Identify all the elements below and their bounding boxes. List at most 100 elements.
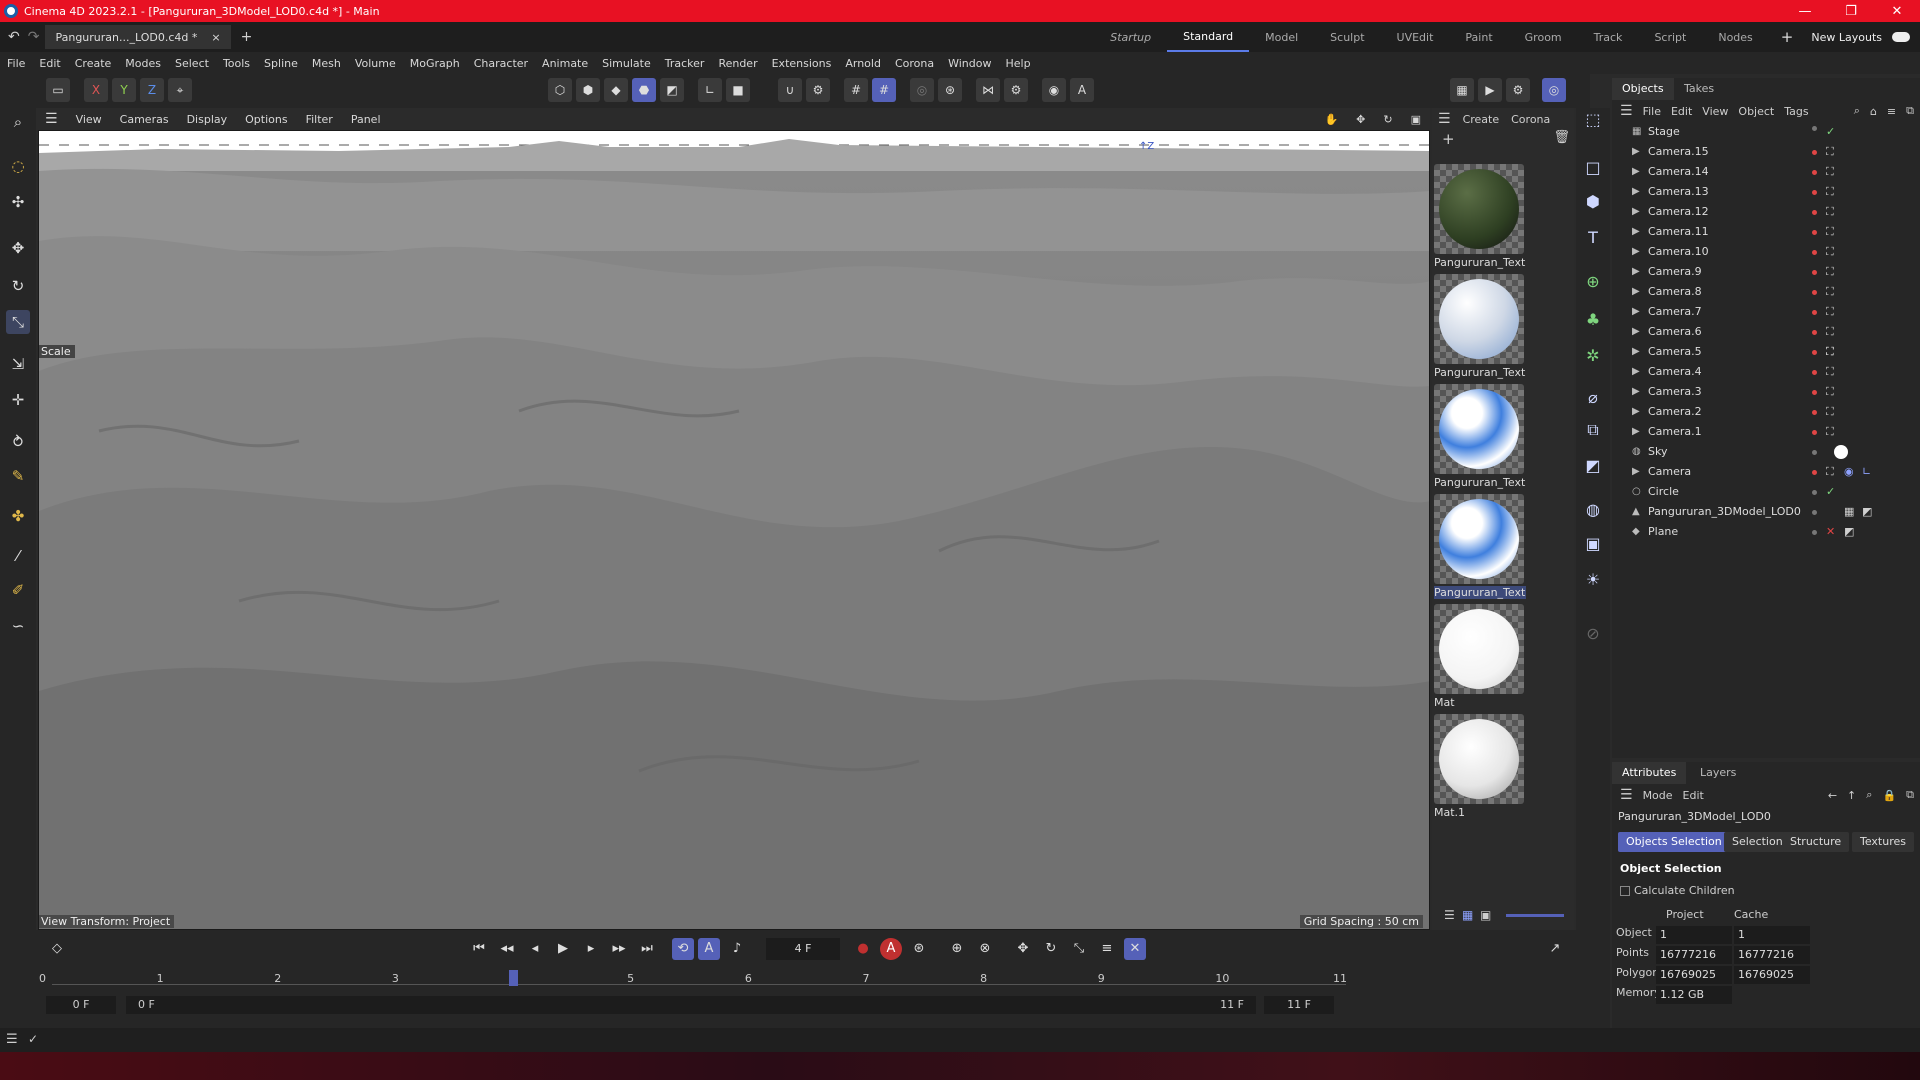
preview-range-bar[interactable]: 0 F 11 F	[126, 996, 1256, 1014]
visibility-dot[interactable]	[1812, 250, 1817, 255]
menu-tracker[interactable]: Tracker	[658, 57, 712, 70]
object-row-camera[interactable]: ▶ Camera.15 ⛶	[1612, 142, 1920, 162]
viewport-menu-filter[interactable]: Filter	[297, 113, 342, 126]
maximize-view-icon[interactable]: ▣	[1402, 113, 1430, 126]
texture-tag-icon[interactable]: ▦	[1844, 502, 1854, 522]
volume-icon[interactable]: ◩	[1581, 454, 1605, 478]
camera-tag-icon[interactable]: ⛶	[1826, 302, 1834, 322]
menu-modes[interactable]: Modes	[118, 57, 168, 70]
subtab-selection[interactable]: Selection	[1724, 832, 1791, 852]
viewport-menu-cameras[interactable]: Cameras	[111, 113, 178, 126]
visibility-dot[interactable]	[1812, 350, 1817, 355]
render-region-icon[interactable]: ◎	[910, 78, 934, 102]
protection-tag-icon[interactable]: ∟	[1862, 462, 1871, 482]
z-axis-toggle[interactable]: Z	[140, 78, 164, 102]
layout-tab-sculpt[interactable]: Sculpt	[1314, 22, 1380, 52]
symmetry-settings-icon[interactable]: ⚙	[1004, 78, 1028, 102]
menu-extensions[interactable]: Extensions	[765, 57, 839, 70]
tab-layers[interactable]: Layers	[1690, 762, 1746, 784]
knife-icon[interactable]: ⥁	[6, 430, 30, 454]
camera-tag-icon[interactable]: ⛶	[1826, 242, 1834, 262]
undo-icon[interactable]: ↶	[8, 29, 20, 45]
object-row-camera[interactable]: ▶ Camera.4 ⛶	[1612, 362, 1920, 382]
redo-icon[interactable]: ↷	[28, 29, 40, 45]
viewport-menu-options[interactable]: Options	[236, 113, 296, 126]
end-frame-field[interactable]: 11 F	[1264, 996, 1334, 1014]
cloner-icon[interactable]: ♣	[1581, 308, 1605, 332]
visibility-dot[interactable]	[1812, 490, 1817, 495]
home-icon[interactable]: ⌂	[1870, 105, 1877, 118]
visibility-dot[interactable]	[1812, 290, 1817, 295]
object-row-camera[interactable]: ▶ Camera.10 ⛶	[1612, 242, 1920, 262]
object-menu-file[interactable]: File	[1643, 105, 1661, 118]
rotate-icon[interactable]: ↻	[6, 274, 30, 298]
menu-volume[interactable]: Volume	[348, 57, 403, 70]
render-settings-panel-icon[interactable]: ⚙	[1506, 78, 1530, 102]
new-window-icon[interactable]: ⧉	[1906, 788, 1914, 802]
render-to-picture-viewer-icon[interactable]: ▶	[1478, 78, 1502, 102]
playhead[interactable]	[508, 970, 518, 986]
close-button[interactable]: ✕	[1874, 4, 1920, 19]
viewport-menu-display[interactable]: Display	[178, 113, 237, 126]
add-material-icon[interactable]: +	[1442, 130, 1455, 148]
visibility-dot[interactable]	[1812, 470, 1817, 475]
object-row-camera-main[interactable]: ▶ Camera ⛶ ◉ ∟	[1612, 462, 1920, 482]
paint-icon[interactable]: ✤	[6, 504, 30, 528]
magnifier-icon[interactable]: ⌕	[6, 110, 30, 134]
layout-tab-startup[interactable]: Startup	[1094, 22, 1167, 52]
coordinate-system-icon[interactable]: ⌖	[168, 78, 192, 102]
selection-object-icon[interactable]: ⬚	[1581, 108, 1605, 132]
new-window-icon[interactable]: ⧉	[1906, 104, 1914, 118]
object-row-stage[interactable]: ▦ Stage ✓	[1612, 122, 1920, 142]
object-menu-edit[interactable]: Edit	[1671, 105, 1692, 118]
visibility-dot[interactable]	[1812, 450, 1817, 455]
target-tag-icon[interactable]: ◉	[1844, 462, 1854, 482]
search-icon[interactable]: ⌕	[1854, 104, 1860, 118]
attribute-menu-edit[interactable]: Edit	[1683, 789, 1704, 802]
viewport-menu-panel[interactable]: Panel	[342, 113, 390, 126]
visibility-dot[interactable]	[1812, 530, 1817, 535]
solo-icon[interactable]: ■	[726, 78, 750, 102]
live-selection-icon[interactable]: ◌	[6, 154, 30, 178]
magnet-icon[interactable]: ∪	[778, 78, 802, 102]
object-menu-tags[interactable]: Tags	[1784, 105, 1808, 118]
menu-animate[interactable]: Animate	[535, 57, 595, 70]
object-row-model[interactable]: ▲ Pangururan_3DModel_LOD0 ▦ ◩	[1612, 502, 1920, 522]
previous-frame-icon[interactable]: ◂	[524, 938, 546, 960]
timeline-ruler[interactable]	[52, 984, 1346, 985]
material-item[interactable]: Mat	[1434, 604, 1526, 709]
menu-edit[interactable]: Edit	[32, 57, 67, 70]
sculpt-icon[interactable]: ✐	[6, 578, 30, 602]
object-menu-object[interactable]: Object	[1738, 105, 1774, 118]
object-row-camera[interactable]: ▶ Camera.3 ⛶	[1612, 382, 1920, 402]
layout-tab-nodes[interactable]: Nodes	[1702, 22, 1768, 52]
menu-file[interactable]: File	[0, 57, 32, 70]
material-menu-corona[interactable]: Corona	[1511, 113, 1550, 126]
layout-tab-model[interactable]: Model	[1249, 22, 1314, 52]
previous-key-icon[interactable]: ◂◂	[496, 938, 518, 960]
y-axis-toggle[interactable]: Y	[112, 78, 136, 102]
camera-tag-icon[interactable]: ⛶	[1826, 322, 1834, 342]
visibility-dot[interactable]	[1812, 330, 1817, 335]
point-level-key-icon[interactable]: ✕	[1124, 938, 1146, 960]
transfer-icon[interactable]: ⇲	[6, 352, 30, 376]
go-to-end-icon[interactable]: ⏭	[636, 938, 658, 960]
light-icon[interactable]: ☀	[1581, 568, 1605, 592]
object-row-camera[interactable]: ▶ Camera.6 ⛶	[1612, 322, 1920, 342]
visibility-dot[interactable]	[1812, 390, 1817, 395]
menu-arnold[interactable]: Arnold	[838, 57, 888, 70]
rotate-view-icon[interactable]: ↻	[1374, 113, 1401, 126]
x-axis-toggle[interactable]: X	[84, 78, 108, 102]
scale-key-icon[interactable]: ⤡	[1068, 938, 1090, 960]
object-row-camera[interactable]: ▶ Camera.8 ⛶	[1612, 282, 1920, 302]
object-row-sky[interactable]: ◍ Sky	[1612, 442, 1920, 462]
effector-icon[interactable]: ✲	[1581, 344, 1605, 368]
check-tag-icon[interactable]: ✓	[1826, 122, 1835, 142]
camera-tag-icon[interactable]: ⛶	[1826, 202, 1834, 222]
attribute-menu-mode[interactable]: Mode	[1643, 789, 1673, 802]
edges-mode-icon[interactable]: ⬢	[576, 78, 600, 102]
menu-corona[interactable]: Corona	[888, 57, 941, 70]
extrude-icon[interactable]: ✛	[6, 388, 30, 412]
add-tab-button[interactable]: +	[241, 29, 253, 45]
object-row-camera[interactable]: ▶ Camera.1 ⛶	[1612, 422, 1920, 442]
